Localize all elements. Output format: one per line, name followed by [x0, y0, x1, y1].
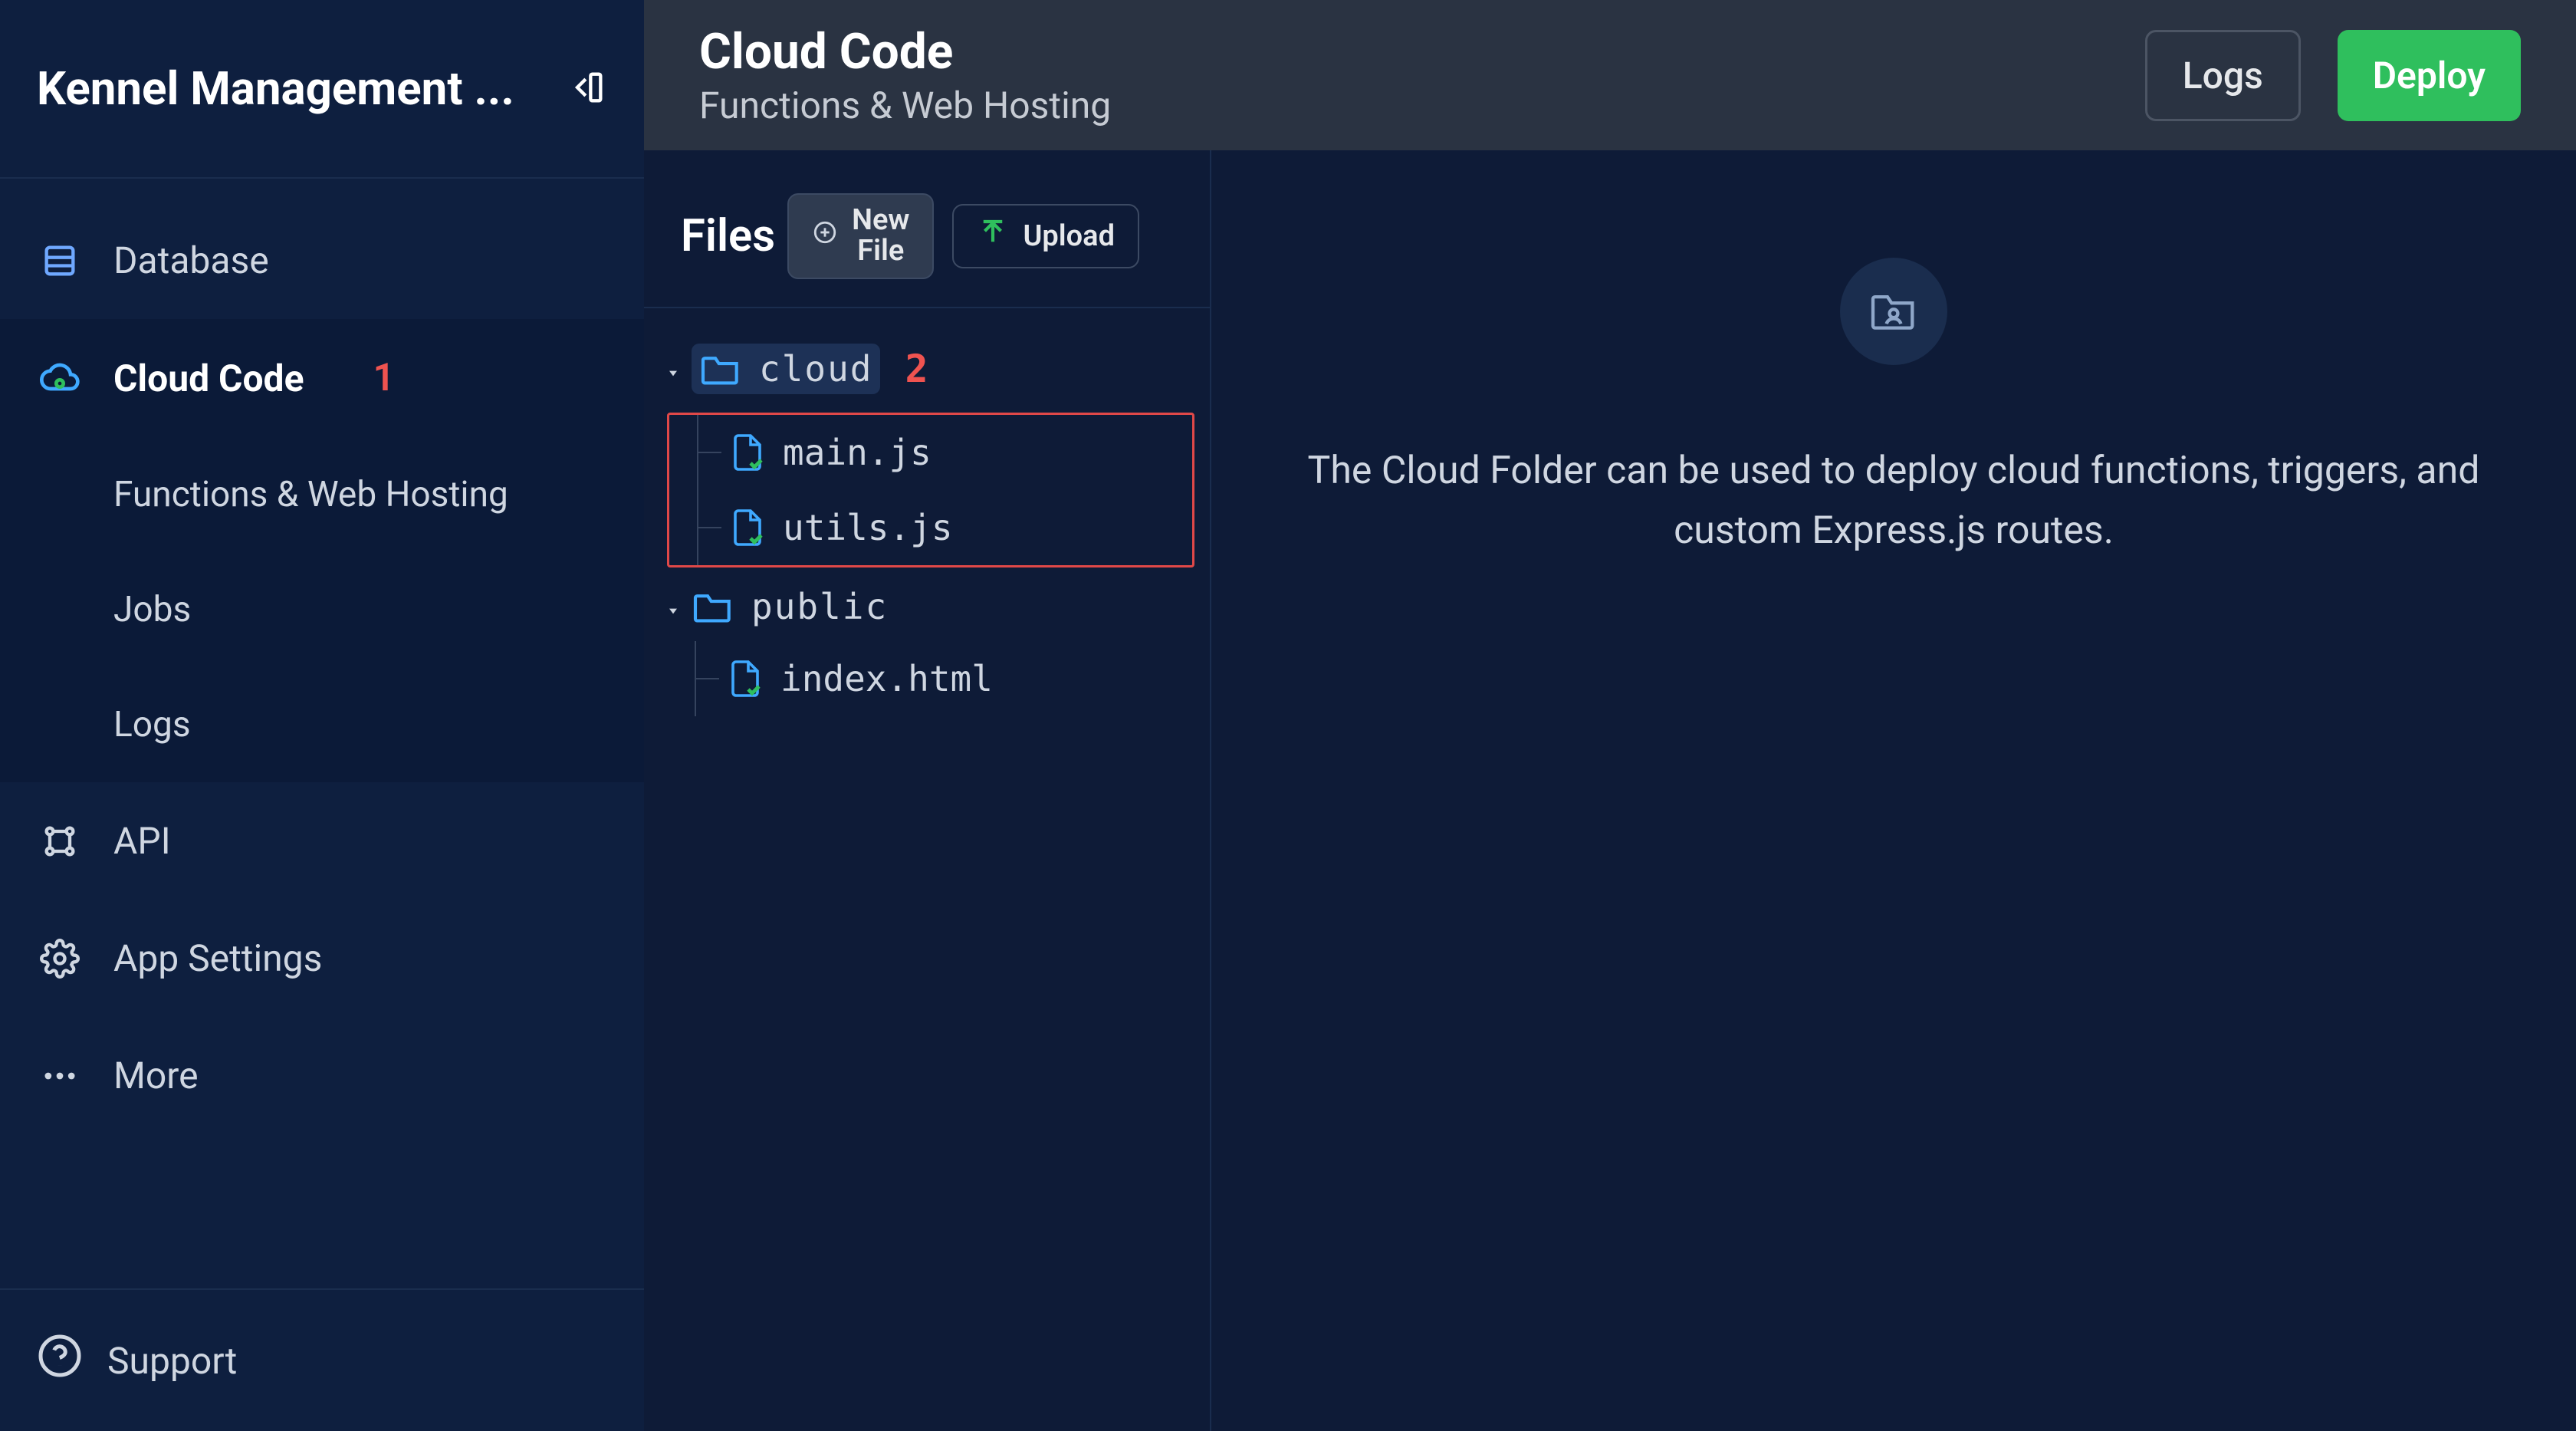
app-root: Kennel Management ... Database	[0, 0, 2576, 1431]
file-icon	[727, 659, 764, 699]
sidebar: Kennel Management ... Database	[0, 0, 644, 1431]
files-tab[interactable]: Files	[681, 210, 775, 262]
sidebar-item-label: Functions & Web Hosting	[113, 474, 508, 515]
file-index-html[interactable]: index.html	[696, 641, 1194, 716]
annotation-marker-1: 1	[373, 356, 395, 400]
sidebar-header: Kennel Management ...	[0, 0, 644, 179]
new-file-button[interactable]: New File	[787, 193, 934, 279]
api-icon	[37, 821, 83, 861]
cloud-children-highlight: main.js	[667, 413, 1194, 567]
sidebar-item-app-settings[interactable]: App Settings	[0, 900, 644, 1017]
sidebar-item-more[interactable]: More	[0, 1017, 644, 1134]
main-header: Cloud Code Functions & Web Hosting Logs …	[644, 0, 2576, 150]
file-icon	[729, 508, 766, 548]
tree-connector	[698, 527, 721, 528]
preview-placeholder-icon	[1840, 258, 1947, 365]
folder-cloud[interactable]: cloud 2	[659, 330, 1194, 408]
page-subtitle: Functions & Web Hosting	[699, 84, 1111, 127]
caret-down-icon	[665, 348, 685, 390]
tree-branch: index.html	[695, 641, 1194, 716]
tree-connector	[698, 452, 721, 453]
sidebar-item-label: Cloud Code	[113, 357, 304, 400]
file-panel-header: Files New File	[644, 193, 1210, 308]
folder-name: cloud	[759, 348, 872, 390]
sidebar-nav: Database Cloud Code 1 Functions & Web Ho…	[0, 179, 644, 1288]
sidebar-item-label: More	[113, 1054, 199, 1097]
tree-connector	[696, 678, 719, 679]
cloud-code-submenu: Functions & Web Hosting Jobs Logs	[0, 437, 644, 782]
file-icon	[729, 433, 766, 472]
preview-description: The Cloud Folder can be used to deploy c…	[1261, 442, 2526, 561]
sidebar-item-database[interactable]: Database	[0, 202, 644, 319]
sidebar-item-label: Database	[113, 238, 269, 282]
collapse-sidebar-button[interactable]	[567, 67, 607, 110]
cloud-code-icon	[37, 357, 83, 400]
file-panel: Files New File	[644, 150, 1211, 1431]
folder-public[interactable]: public	[659, 572, 1194, 641]
sidebar-item-api[interactable]: API	[0, 782, 644, 900]
sidebar-item-jobs[interactable]: Jobs	[0, 552, 644, 667]
support-label: Support	[107, 1339, 237, 1383]
gear-icon	[37, 939, 83, 979]
upload-label: Upload	[1023, 219, 1115, 253]
file-tree: cloud 2	[644, 308, 1210, 738]
sidebar-item-label: Jobs	[113, 589, 191, 630]
file-utils-js[interactable]: utils.js	[698, 490, 1192, 565]
sidebar-item-label: App Settings	[113, 936, 322, 980]
deploy-button[interactable]: Deploy	[2338, 30, 2521, 121]
collapse-icon	[567, 67, 607, 107]
plus-circle-icon	[812, 219, 838, 252]
account-folder-icon	[1868, 291, 1919, 332]
caret-down-icon	[665, 586, 685, 627]
more-icon	[37, 1056, 83, 1096]
preview-panel: The Cloud Folder can be used to deploy c…	[1211, 150, 2576, 1431]
sidebar-item-functions-hosting[interactable]: Functions & Web Hosting	[0, 437, 644, 552]
header-actions: Logs Deploy	[2145, 30, 2521, 121]
file-main-js[interactable]: main.js	[698, 415, 1192, 490]
sidebar-item-cloud-code[interactable]: Cloud Code 1	[0, 319, 644, 437]
sidebar-item-label: Logs	[113, 704, 191, 745]
main-header-titles: Cloud Code Functions & Web Hosting	[699, 23, 1111, 127]
new-file-label: New File	[852, 206, 909, 267]
content: Files New File	[644, 150, 2576, 1431]
folder-icon	[699, 351, 742, 387]
file-name: utils.js	[783, 507, 953, 548]
help-icon	[37, 1333, 83, 1388]
sidebar-item-logs[interactable]: Logs	[0, 667, 644, 782]
tree-branch: main.js	[697, 415, 1192, 565]
logs-button[interactable]: Logs	[2145, 30, 2301, 121]
file-name: main.js	[783, 432, 932, 473]
app-name[interactable]: Kennel Management ...	[37, 61, 514, 116]
upload-icon	[977, 216, 1009, 256]
sidebar-item-label: API	[113, 819, 171, 863]
folder-icon	[692, 589, 734, 624]
folder-name: public	[751, 586, 888, 627]
file-name: index.html	[780, 658, 993, 699]
main: Cloud Code Functions & Web Hosting Logs …	[644, 0, 2576, 1431]
database-icon	[37, 241, 83, 281]
page-title: Cloud Code	[699, 23, 1111, 81]
upload-button[interactable]: Upload	[952, 204, 1139, 268]
annotation-marker-2: 2	[905, 347, 928, 391]
sidebar-support[interactable]: Support	[0, 1288, 644, 1431]
